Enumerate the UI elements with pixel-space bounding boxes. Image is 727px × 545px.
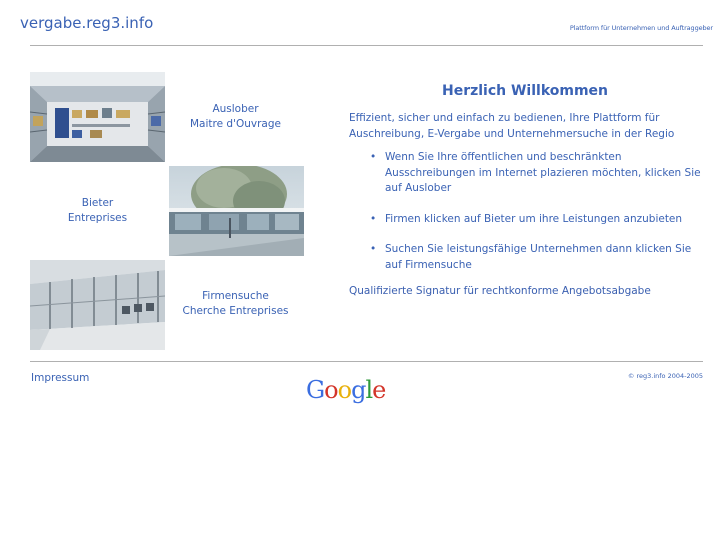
bullet-text-firmensuche: Suchen Sie leistungsfähige Unternehmen d… (385, 243, 692, 271)
interior-shelving-photo (30, 72, 165, 162)
firmensuche-link[interactable]: Firmensuche Cherche Entreprises (168, 289, 303, 319)
list-item: • Wenn Sie Ihre öffentlichen und beschrän… (349, 150, 701, 197)
firmensuche-label[interactable]: Firmensuche (168, 289, 303, 304)
auslober-image[interactable] (30, 72, 165, 162)
google-letter: g (351, 376, 366, 404)
copyright-text: © reg3.info 2004-2005 (627, 372, 703, 380)
google-letter: e (372, 376, 386, 404)
impressum-link[interactable]: Impressum (31, 372, 89, 384)
signatur-link[interactable]: Qualifizierte Signatur für rechtkonforme… (349, 284, 701, 299)
bullet-text-auslober: Wenn Sie Ihre öffentlichen und beschränk… (385, 151, 701, 194)
firmensuche-label-fr[interactable]: Cherche Entreprises (168, 304, 303, 319)
bullet-icon: • (370, 243, 377, 255)
building-exterior-photo (169, 166, 304, 256)
welcome-section: Herzlich Willkommen Effizient, sicher un… (349, 83, 701, 299)
list-item: • Suchen Sie leistungsfähige Unternehmen … (349, 242, 701, 273)
google-letter: o (337, 376, 352, 404)
welcome-intro: Effizient, sicher und einfach zu bediene… (349, 112, 675, 140)
bieter-label[interactable]: Bieter (30, 196, 165, 211)
google-letter: o (324, 376, 338, 404)
bullet-icon: • (370, 212, 377, 225)
google-letter: G (306, 376, 325, 404)
auslober-label-fr[interactable]: Maitre d'Ouvrage (168, 117, 303, 132)
bieter-label-fr[interactable]: Entreprises (30, 211, 165, 226)
welcome-heading: Herzlich Willkommen (441, 83, 609, 99)
google-logo[interactable]: Google (306, 376, 386, 404)
firmensuche-image[interactable] (30, 260, 165, 350)
bullet-text-bieter: Firmen klicken auf Bieter um ihre Leistu… (385, 212, 683, 225)
top-divider (30, 45, 703, 46)
auslober-label[interactable]: Auslober (168, 102, 303, 117)
site-title[interactable]: vergabe.reg3.info (20, 14, 153, 32)
tagline: Plattform für Unternehmen und Auftraggeb… (569, 24, 713, 32)
bottom-divider (30, 361, 703, 362)
list-item: • Firmen klicken auf Bieter um ihre Leist… (349, 212, 701, 228)
welcome-bullet-list: • Wenn Sie Ihre öffentlichen und beschrän… (349, 150, 701, 273)
glass-facade-photo (30, 260, 165, 350)
bieter-image[interactable] (169, 166, 304, 256)
bieter-link[interactable]: Bieter Entreprises (30, 196, 165, 226)
auslober-link[interactable]: Auslober Maitre d'Ouvrage (168, 102, 303, 132)
bullet-icon: • (370, 151, 377, 163)
